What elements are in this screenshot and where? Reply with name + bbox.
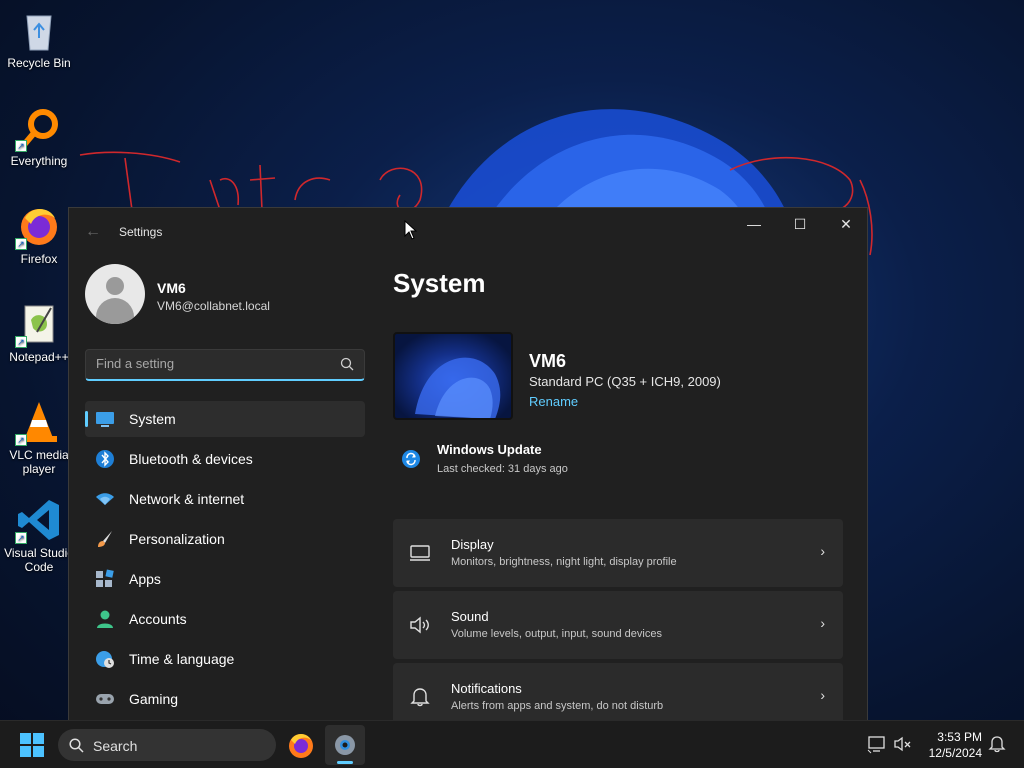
main-content: System VM6 Standard PC (Q35 + ICH9, 2009… — [393, 256, 867, 721]
nav-item-gaming[interactable]: Gaming — [85, 681, 365, 717]
vlc-cone-icon: ↗ — [15, 400, 61, 446]
speaker-icon — [410, 616, 429, 634]
taskbar-search[interactable]: Search — [58, 729, 276, 761]
settings-window: ← Settings — ☐ ✕ VM6 VM6@collabnet.local… — [68, 207, 868, 722]
settings-search-box[interactable] — [85, 349, 365, 381]
taskbar-settings[interactable] — [325, 725, 365, 765]
everything-magnifier-icon: ↗ — [15, 106, 61, 152]
settings-gear-icon — [335, 735, 355, 755]
bell-icon — [410, 688, 430, 707]
recycle-bin-icon — [17, 8, 61, 52]
controller-icon — [96, 694, 114, 704]
chevron-right-icon: › — [820, 687, 825, 703]
volume-muted-icon[interactable] — [892, 733, 914, 755]
nav-item-time-language[interactable]: Time & language — [85, 641, 365, 677]
nav-item-accounts[interactable]: Accounts — [85, 601, 365, 637]
page-title: System — [393, 268, 486, 298]
sidebar: VM6 VM6@collabnet.local System Bluetooth… — [69, 256, 379, 721]
search-icon — [69, 738, 84, 753]
nav-item-network[interactable]: Network & internet — [85, 481, 365, 517]
windows-update-title[interactable]: Windows Update — [437, 442, 542, 457]
chevron-right-icon: › — [820, 543, 825, 559]
device-wallpaper-thumbnail — [393, 332, 513, 420]
windows-update-status: Last checked: 31 days ago — [437, 463, 568, 475]
card-notifications[interactable]: Notifications Alerts from apps and syste… — [393, 663, 843, 721]
card-display[interactable]: Display Monitors, brightness, night ligh… — [393, 519, 843, 587]
window-title: Settings — [119, 225, 163, 239]
notepadpp-icon: ↗ — [15, 302, 61, 348]
monitor-icon — [410, 545, 430, 561]
system-clock[interactable]: 3:53 PM 12/5/2024 — [929, 729, 982, 761]
taskbar-firefox[interactable] — [281, 725, 321, 765]
taskbar: Search 3:53 PM 12/5/2024 — [0, 720, 1024, 768]
close-button[interactable]: ✕ — [823, 208, 867, 240]
globe-clock-icon — [96, 651, 114, 668]
vscode-icon: ↗ — [15, 498, 61, 544]
mouse-cursor-icon — [404, 220, 418, 240]
device-model: Standard PC (Q35 + ICH9, 2009) — [529, 374, 721, 389]
back-arrow-icon[interactable]: ← — [85, 224, 101, 240]
firefox-icon — [289, 734, 313, 758]
nav-item-system[interactable]: System — [85, 401, 365, 437]
nav-item-apps[interactable]: Apps — [85, 561, 365, 597]
card-sound[interactable]: Sound Volume levels, output, input, soun… — [393, 591, 843, 659]
profile-name: VM6 — [157, 280, 186, 296]
windows-update-icon — [402, 450, 420, 468]
desktop-icon-everything[interactable]: ↗ Everything — [4, 106, 74, 168]
wifi-icon — [96, 493, 114, 505]
nav-item-personalization[interactable]: Personalization — [85, 521, 365, 557]
apps-icon — [96, 569, 114, 587]
desktop-icon-vscode[interactable]: ↗ Visual Studio Code — [4, 498, 74, 574]
search-input[interactable] — [96, 356, 326, 371]
accounts-icon — [97, 610, 113, 628]
rename-link[interactable]: Rename — [529, 394, 578, 409]
search-icon — [340, 357, 354, 371]
notification-bell-icon[interactable] — [988, 735, 1006, 753]
nav-list: System Bluetooth & devices Network & int… — [85, 401, 365, 721]
firefox-icon: ↗ — [15, 204, 61, 250]
desktop-icon-vlc[interactable]: ↗ VLC media player — [4, 400, 74, 476]
bluetooth-icon — [96, 450, 114, 468]
system-icon — [96, 412, 114, 427]
desktop-icon-firefox[interactable]: ↗ Firefox — [4, 204, 74, 266]
minimize-button[interactable]: — — [731, 208, 777, 240]
user-profile[interactable]: VM6 VM6@collabnet.local — [69, 256, 379, 341]
chevron-right-icon: › — [820, 615, 825, 631]
start-button[interactable] — [20, 733, 44, 757]
desktop-icon-notepadpp[interactable]: ↗ Notepad++ — [4, 302, 74, 364]
title-bar[interactable]: ← Settings — ☐ ✕ — [69, 208, 867, 256]
avatar — [85, 264, 145, 324]
device-name: VM6 — [529, 351, 567, 371]
desktop-icon-recycle-bin[interactable]: Recycle Bin — [4, 8, 74, 70]
profile-email: VM6@collabnet.local — [157, 299, 270, 313]
network-status-icon[interactable] — [866, 733, 888, 755]
maximize-button[interactable]: ☐ — [777, 208, 823, 240]
brush-icon — [98, 531, 112, 547]
nav-item-bluetooth[interactable]: Bluetooth & devices — [85, 441, 365, 477]
